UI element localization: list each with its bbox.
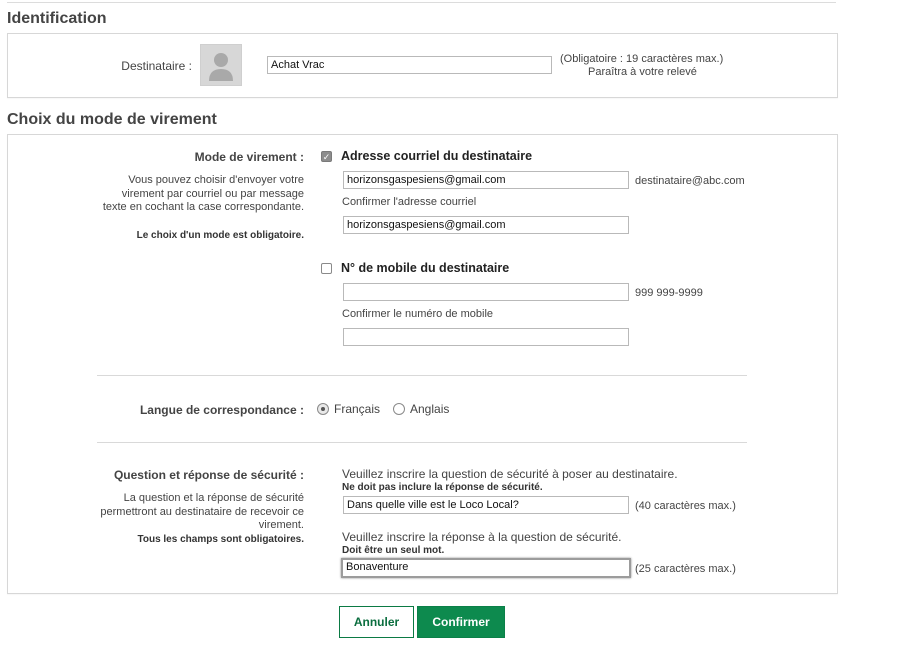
email-input[interactable]: horizonsgaspesiens@gmail.com (343, 171, 629, 189)
recipient-note-statement: Paraîtra à votre relevé (588, 66, 697, 78)
mode-label: Mode de virement : (194, 150, 304, 164)
top-divider (7, 2, 836, 3)
question-prompt: Veuillez inscrire la question de sécurit… (342, 467, 678, 481)
security-label: Question et réponse de sécurité : (113, 468, 304, 482)
security-required-note: Tous les champs sont obligatoires. (137, 534, 304, 545)
answer-note: Doit être un seul mot. (342, 545, 445, 556)
security-description: La question et la réponse de sécurité pe… (100, 492, 304, 531)
answer-prompt: Veuillez inscrire la réponse à la questi… (342, 530, 622, 544)
confirm-button[interactable]: Confirmer (417, 606, 505, 638)
mode-required-note: Le choix d'un mode est obligatoire. (136, 230, 304, 241)
mobile-option-label: N° de mobile du destinataire (341, 261, 510, 275)
email-confirm-input[interactable]: horizonsgaspesiens@gmail.com (343, 216, 629, 234)
question-limit: (40 caractères max.) (635, 500, 736, 512)
question-note: Ne doit pas inclure la réponse de sécuri… (342, 482, 543, 493)
radio-francais[interactable] (317, 403, 329, 415)
email-format-hint: destinataire@abc.com (635, 175, 745, 187)
mobile-format-hint: 999 999-9999 (635, 287, 703, 299)
avatar-icon (200, 44, 242, 86)
recipient-label: Destinataire : (121, 59, 192, 73)
mobile-confirm-input[interactable] (343, 328, 629, 346)
identification-panel: Destinataire : Achat Vrac (Obligatoire :… (7, 33, 838, 98)
divider-language (97, 442, 747, 443)
transfer-title: Choix du mode de virement (7, 111, 217, 128)
identification-title: Identification (7, 10, 107, 27)
email-checkbox[interactable]: ✓ (321, 151, 332, 162)
email-option-label: Adresse courriel du destinataire (341, 149, 533, 163)
security-answer-input[interactable]: Bonaventure (341, 558, 631, 578)
radio-anglais-label: Anglais (410, 402, 450, 416)
mobile-input[interactable] (343, 283, 629, 301)
answer-limit: (25 caractères max.) (635, 563, 736, 575)
cancel-button[interactable]: Annuler (339, 606, 414, 638)
email-confirm-label: Confirmer l'adresse courriel (342, 196, 477, 208)
radio-anglais[interactable] (393, 403, 405, 415)
language-label: Langue de correspondance : (139, 403, 304, 417)
mobile-confirm-label: Confirmer le numéro de mobile (342, 308, 494, 320)
divider-mode (97, 375, 747, 376)
transfer-panel: Mode de virement : Vous pouvez choisir d… (7, 134, 838, 594)
security-question-input[interactable]: Dans quelle ville est le Loco Local? (343, 496, 629, 514)
mode-description: Vous pouvez choisir d'envoyer votre vire… (102, 174, 304, 213)
mobile-checkbox[interactable] (321, 263, 332, 274)
recipient-note-required: (Obligatoire : 19 caractères max.) (560, 53, 724, 65)
radio-francais-label: Français (334, 402, 381, 416)
recipient-input[interactable]: Achat Vrac (267, 56, 552, 74)
